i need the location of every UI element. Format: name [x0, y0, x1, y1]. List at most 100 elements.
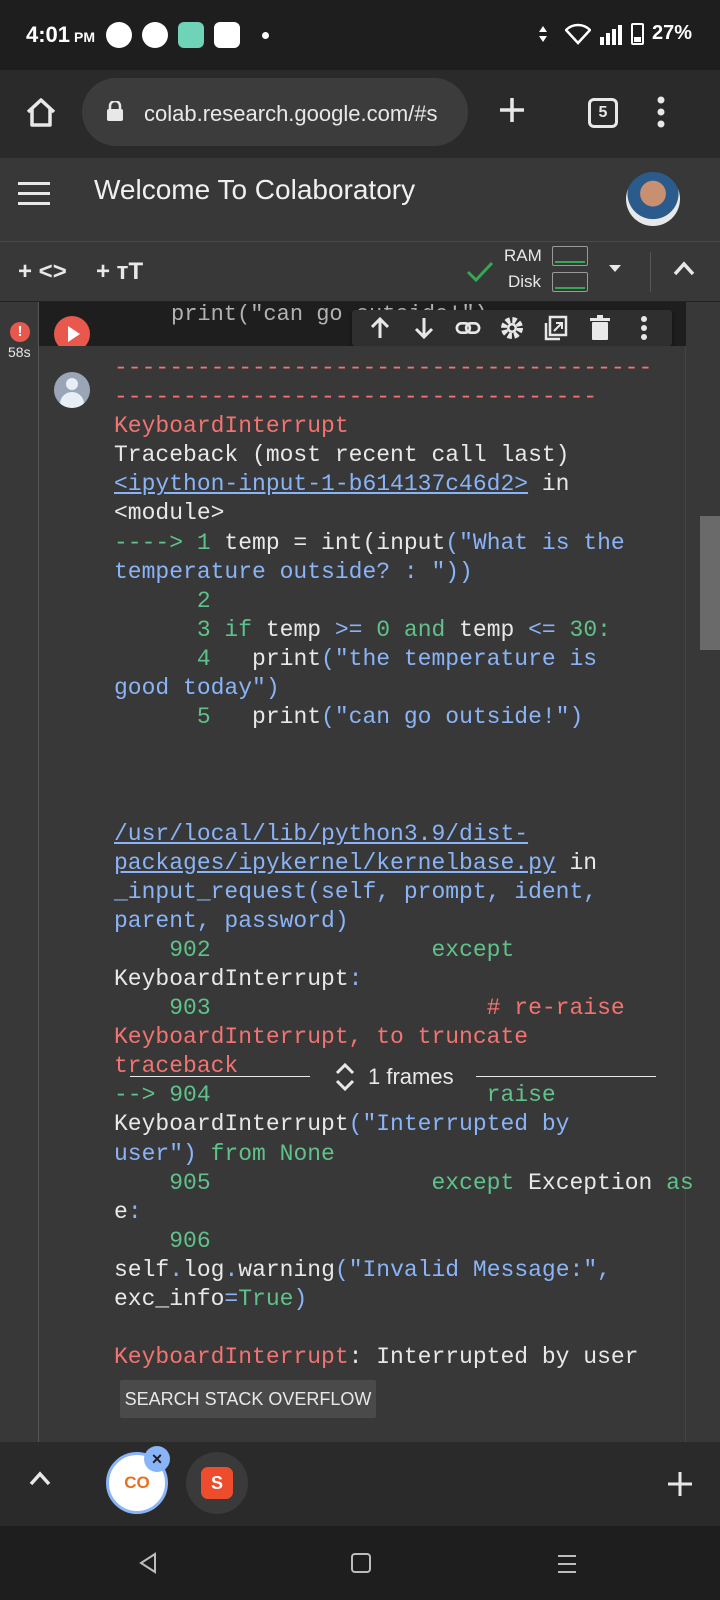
output-text: --------------------------------------- — [114, 355, 653, 381]
new-tab-plus-icon[interactable] — [496, 94, 528, 126]
recents-icon[interactable] — [556, 1554, 578, 1574]
output-text: print — [252, 704, 322, 731]
output-line: _input_request(self, prompt, ident, — [114, 878, 684, 907]
move-cell-down-icon[interactable] — [411, 315, 437, 341]
output-text: ("Interrupted by — [348, 1111, 570, 1138]
output-text: KeyboardInterrupt — [114, 413, 349, 440]
output-text: <= — [528, 616, 570, 643]
output-text: Exception — [528, 1169, 667, 1196]
output-text: # re-raise — [486, 995, 625, 1022]
output-text: <module> — [114, 500, 225, 527]
traceback-link[interactable]: /usr/local/lib/python3.9/dist- — [114, 821, 528, 847]
ram-meter[interactable] — [552, 246, 588, 266]
home-square-icon[interactable] — [350, 1552, 372, 1574]
output-text: temp = int — [224, 529, 363, 556]
output-line: --------------------------------------- — [114, 354, 684, 383]
hamburger-menu-icon[interactable] — [18, 182, 50, 206]
output-text: as — [666, 1169, 694, 1196]
output-line: 905 except Exception as — [114, 1169, 694, 1198]
output-text: ("Invalid Message:", — [334, 1256, 611, 1283]
output-text: good today") — [114, 675, 280, 702]
link-icon[interactable] — [455, 315, 481, 341]
output-line: exc_info=True) — [114, 1285, 684, 1314]
divider-line — [476, 1076, 656, 1077]
trash-icon[interactable] — [587, 315, 613, 341]
output-text: temp — [459, 616, 529, 643]
home-icon[interactable] — [24, 96, 58, 128]
output-line: parent, password) — [114, 907, 684, 936]
output-text: KeyboardInterrupt — [114, 1111, 349, 1138]
unfold-icon — [335, 1062, 355, 1092]
output-line: packages/ipykernel/kernelbase.py in — [114, 849, 684, 878]
disk-label: Disk — [508, 272, 542, 291]
output-line: 4 print("the temperature is — [114, 645, 684, 674]
close-tab-icon[interactable]: × — [144, 1446, 170, 1472]
collapsed-frames-toggle[interactable]: 1 frames — [130, 1062, 670, 1092]
gear-icon[interactable] — [499, 315, 525, 341]
output-user-icon — [54, 372, 90, 408]
url-text[interactable]: colab.research.google.com/#s — [144, 101, 456, 127]
frames-label[interactable]: 1 frames — [368, 1064, 454, 1090]
messenger-icon — [142, 22, 168, 48]
chevron-up-icon[interactable] — [28, 1470, 52, 1486]
search-stack-overflow-button[interactable]: SEARCH STACK OVERFLOW — [120, 1380, 376, 1418]
mirror-cell-icon[interactable] — [543, 315, 569, 341]
account-avatar[interactable] — [626, 172, 680, 226]
output-line: 906 — [114, 1227, 684, 1256]
notebook-title[interactable]: Welcome To Colaboratory — [94, 174, 415, 206]
output-text: 0 — [376, 616, 404, 643]
new-tab-plus-icon[interactable] — [666, 1470, 694, 1498]
output-text: 902 — [114, 936, 211, 963]
output-line: KeyboardInterrupt: — [114, 965, 684, 994]
tab-shopee[interactable]: S — [186, 1452, 248, 1514]
output-line: user") from None — [114, 1140, 684, 1169]
notebook-toolbar: + <> + тT RAM Disk — [0, 242, 720, 302]
output-text: KeyboardInterrupt, to truncate — [114, 1024, 529, 1051]
colab-header: Welcome To Colaboratory — [0, 158, 720, 242]
cell-more-vert-icon[interactable] — [631, 315, 657, 341]
tab-switcher-button[interactable]: 5 — [588, 98, 618, 128]
output-line: KeyboardInterrupt, to truncate — [114, 1023, 684, 1052]
output-text: exc_info — [114, 1286, 225, 1312]
app-notification-icon — [178, 22, 204, 48]
output-text: input — [376, 529, 446, 556]
output-text: 2 — [114, 587, 211, 614]
output-text: in — [528, 471, 570, 498]
output-text: print — [252, 645, 322, 672]
address-bar[interactable]: colab.research.google.com/#s — [82, 78, 468, 146]
add-text-cell-button[interactable]: + тT — [96, 258, 143, 286]
battery-icon — [630, 22, 644, 45]
status-right: 27% — [537, 22, 692, 45]
traceback-link[interactable]: <ipython-input-1-b614137c46d2> — [114, 471, 528, 497]
add-code-cell-button[interactable]: + <> — [18, 258, 67, 286]
output-line: 3 if temp >= 0 and temp <= 30: — [114, 616, 684, 645]
disk-meter[interactable] — [552, 272, 588, 292]
runtime-dropdown-icon[interactable] — [608, 264, 622, 274]
output-text: ("can go outside!") — [321, 704, 584, 731]
output-line: e: — [114, 1198, 684, 1227]
page-scrollbar[interactable] — [700, 516, 720, 650]
output-text: = — [224, 1286, 239, 1312]
output-text: KeyboardInterrupt — [114, 1344, 349, 1371]
divider-line — [130, 1076, 310, 1077]
traceback-link[interactable]: packages/ipykernel/kernelbase.py — [114, 850, 556, 876]
output-text: ----> 1 — [114, 529, 225, 556]
wifi-icon — [564, 23, 591, 45]
output-text: ) — [293, 1286, 308, 1312]
move-cell-up-icon[interactable] — [367, 315, 393, 341]
output-line: ----------------------------------- — [114, 383, 684, 412]
output-text: 5 — [114, 704, 253, 731]
output-text: user") — [114, 1140, 211, 1167]
output-text: ----------------------------------- — [114, 384, 598, 411]
error-indicator-icon: ! — [10, 322, 30, 342]
execution-time: 58s — [8, 344, 31, 360]
chevron-up-icon[interactable] — [672, 260, 696, 276]
more-vert-icon[interactable] — [656, 94, 666, 130]
output-line: 902 except — [114, 936, 684, 965]
back-icon[interactable] — [138, 1552, 158, 1574]
status-bar: 4:01 PM 27% — [0, 0, 720, 70]
output-line: /usr/local/lib/python3.9/dist- — [114, 820, 684, 849]
